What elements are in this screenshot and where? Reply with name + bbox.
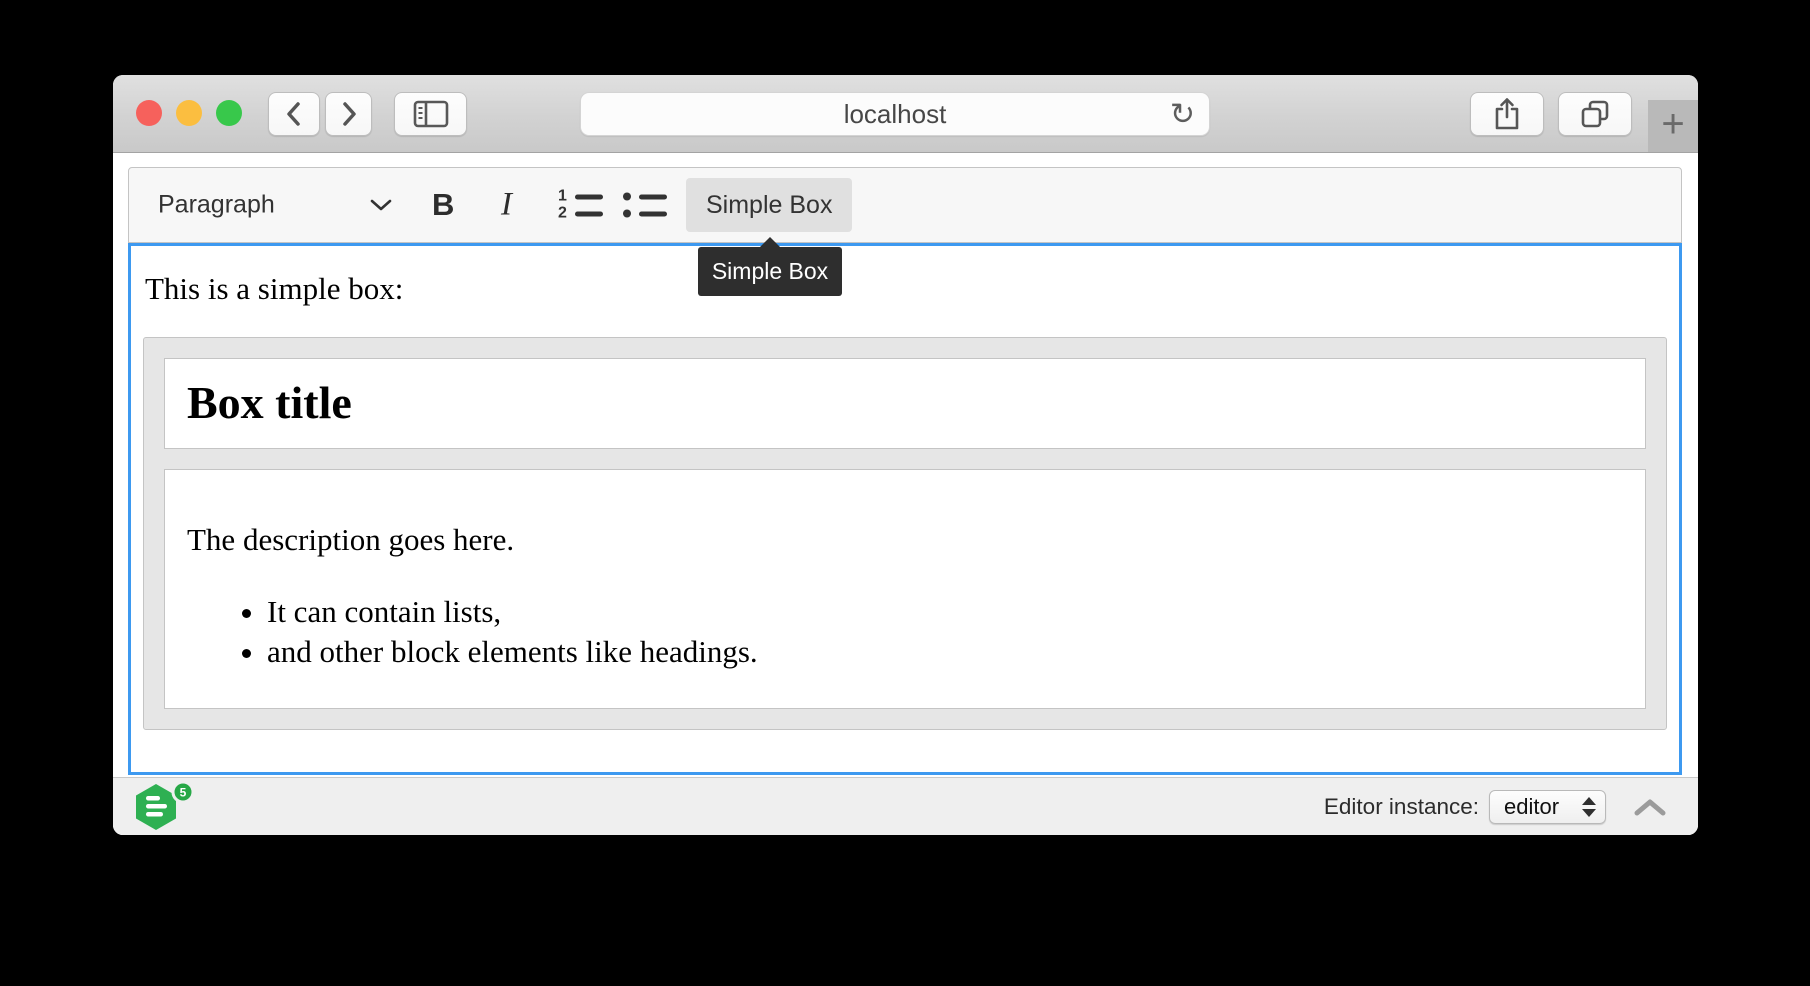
show-tabs-button[interactable]: [1558, 92, 1632, 136]
zoom-window-button[interactable]: [216, 100, 242, 126]
browser-toolbar: localhost ↻ +: [113, 75, 1698, 153]
list-item: and other block elements like headings.: [267, 632, 1623, 672]
refresh-icon[interactable]: ↻: [1170, 97, 1195, 132]
editor-instance-select[interactable]: editor: [1489, 790, 1606, 824]
url-text: localhost: [844, 99, 947, 130]
sidebar-toggle-button[interactable]: [394, 92, 467, 136]
box-description-text: The description goes here.: [187, 522, 1623, 558]
forward-button[interactable]: [325, 92, 372, 136]
chevron-down-icon[interactable]: [369, 198, 393, 212]
address-bar[interactable]: localhost ↻: [580, 92, 1210, 136]
simple-box-button-label: Simple Box: [706, 191, 832, 220]
chevron-up-icon: [1634, 798, 1666, 816]
simple-box-description-field[interactable]: The description goes here. It can contai…: [164, 469, 1646, 710]
chevron-right-icon: [340, 100, 358, 128]
numbered-list-button[interactable]: 1 2: [557, 193, 603, 218]
inspector-bar: 5 Editor instance: editor: [113, 777, 1698, 835]
new-tab-button[interactable]: +: [1648, 100, 1698, 152]
box-description-list: It can contain lists, and other block el…: [187, 592, 1623, 673]
paragraph-dropdown[interactable]: Paragraph: [158, 191, 275, 220]
simple-box-widget[interactable]: Box title The description goes here. It …: [143, 337, 1667, 730]
tabs-icon: [1580, 99, 1610, 129]
simple-box-button[interactable]: Simple Box: [686, 178, 852, 232]
intro-paragraph: This is a simple box:: [145, 271, 1667, 307]
sidebar-icon: [413, 100, 449, 128]
selected-instance: editor: [1504, 794, 1559, 820]
select-arrows-icon: [1582, 797, 1596, 817]
chevron-left-icon: [285, 100, 303, 128]
traffic-lights: [136, 100, 242, 126]
numbered-list-icon: 1: [557, 193, 568, 201]
close-window-button[interactable]: [136, 100, 162, 126]
share-button[interactable]: [1470, 92, 1544, 136]
browser-window: localhost ↻ + Paragraph: [113, 75, 1698, 835]
ckeditor-inspector-logo[interactable]: 5: [133, 781, 197, 833]
share-icon: [1493, 97, 1521, 131]
box-title-text: Box title: [187, 377, 1623, 430]
simple-box-title-field[interactable]: Box title: [164, 358, 1646, 449]
italic-button[interactable]: I: [501, 187, 512, 224]
bulleted-list-icon: [623, 193, 631, 201]
bulleted-list-button[interactable]: [621, 193, 667, 218]
back-button[interactable]: [268, 92, 320, 136]
list-item: It can contain lists,: [267, 592, 1623, 632]
tooltip-text: Simple Box: [712, 258, 828, 285]
editor-instance-label: Editor instance:: [1324, 794, 1479, 820]
bold-button[interactable]: B: [432, 187, 454, 223]
editor-content-area[interactable]: This is a simple box: Box title The desc…: [128, 243, 1682, 775]
inspector-badge: 5: [180, 786, 187, 800]
editor-toolbar: Paragraph B I 1 2: [128, 167, 1682, 243]
minimize-window-button[interactable]: [176, 100, 202, 126]
web-page: Paragraph B I 1 2: [113, 153, 1698, 835]
simple-box-tooltip: Simple Box: [698, 247, 842, 296]
plus-icon: +: [1661, 104, 1684, 144]
inspector-expand-button[interactable]: [1634, 798, 1666, 816]
